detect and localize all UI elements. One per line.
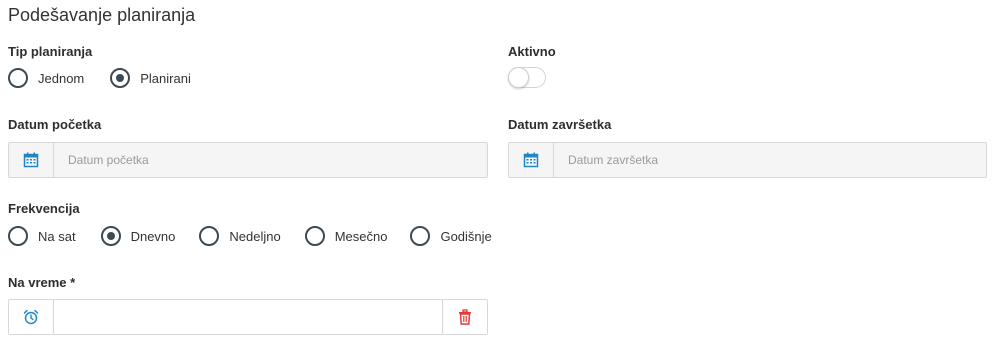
radio-label: Godišnje [440,228,492,244]
alarm-clock-icon [23,309,39,325]
active-label: Aktivno [508,44,556,59]
page-title: Podešavanje planiranja [8,5,196,25]
radio-label: Nedeljno [229,228,281,244]
plan-type-option-once[interactable]: Jednom [8,68,84,88]
frequency-option-yearly[interactable]: Godišnje [410,226,492,246]
time-input[interactable] [54,300,442,334]
calendar-icon [523,152,539,168]
calendar-icon [23,152,39,168]
radio-circle[interactable] [8,68,28,88]
start-date-input[interactable] [54,143,487,177]
clear-time-button[interactable] [442,300,487,334]
radio-circle-checked[interactable] [110,68,131,88]
end-date-field [508,142,987,178]
radio-label: Planirani [140,70,191,86]
start-date-field [8,142,488,178]
frequency-option-weekly[interactable]: Nedeljno [199,226,281,246]
radio-label: Dnevno [130,228,176,244]
plan-type-option-scheduled[interactable]: Planirani [110,68,191,88]
end-date-calendar-button[interactable] [509,143,554,177]
radio-circle[interactable] [199,226,220,246]
plan-type-label: Tip planiranja [8,44,93,59]
toggle-knob [508,67,529,88]
radio-circle[interactable] [304,226,325,246]
time-field [8,299,488,335]
radio-circle-checked[interactable] [100,226,121,246]
end-date-label: Datum završetka [508,117,612,132]
start-date-calendar-button[interactable] [9,143,54,177]
frequency-option-daily[interactable]: Dnevno [100,226,176,246]
frequency-option-hourly[interactable]: Na sat [8,226,76,246]
end-date-input[interactable] [554,143,986,177]
radio-label: Jednom [38,70,85,86]
time-label: Na vreme * [8,275,76,290]
plan-type-radio-group: Jednom Planirani [8,67,191,89]
time-picker-button[interactable] [9,300,54,334]
trash-icon [459,309,471,325]
radio-circle[interactable] [410,226,431,246]
frequency-label: Frekvencija [8,201,80,216]
frequency-radio-group: Na sat Dnevno Nedeljno Mesečno Godišnje [8,225,492,247]
radio-label: Na sat [38,228,76,244]
radio-circle[interactable] [8,226,28,246]
start-date-label: Datum početka [8,117,102,132]
radio-label: Mesečno [334,228,388,244]
frequency-option-monthly[interactable]: Mesečno [304,226,388,246]
active-toggle[interactable] [508,67,546,88]
